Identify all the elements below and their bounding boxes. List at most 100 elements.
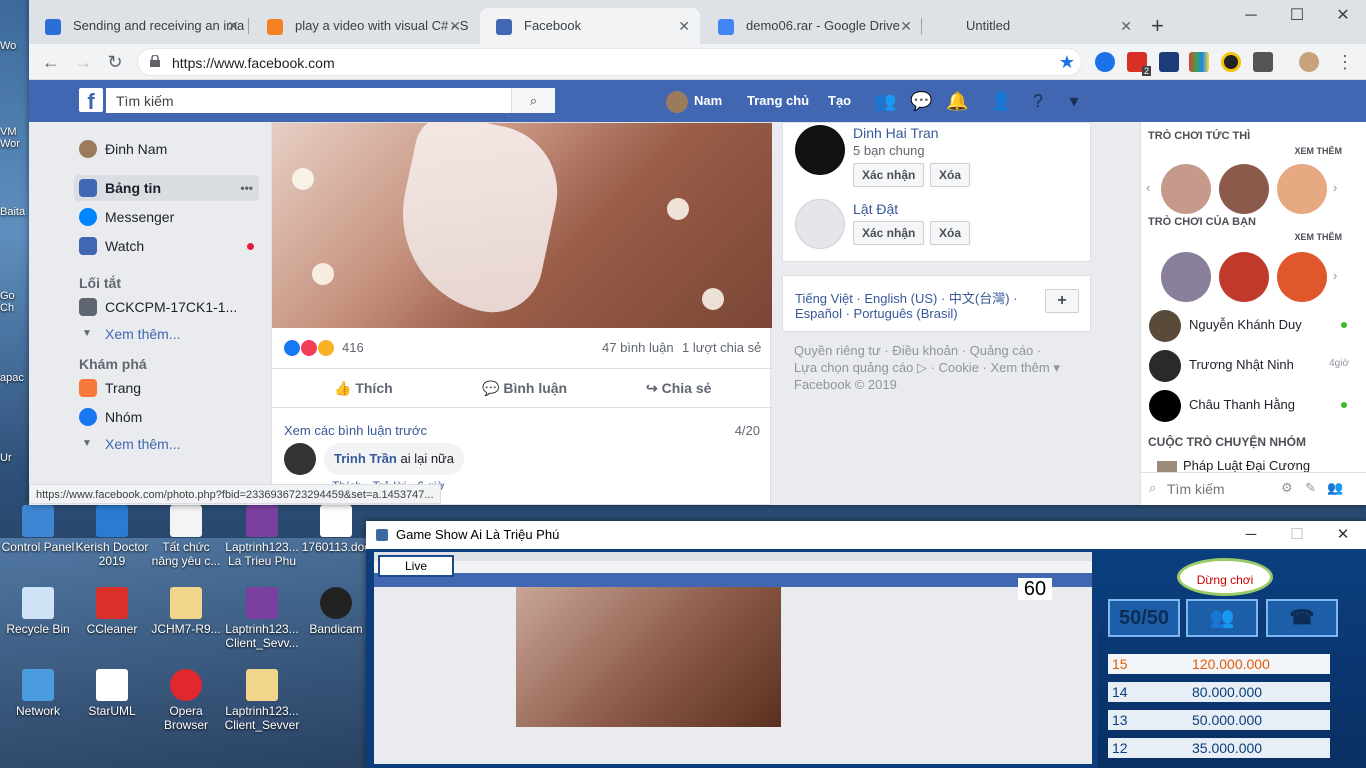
desktop-edge-label[interactable]: Go Ch: [0, 290, 30, 314]
desktop-icon-document[interactable]: Tất chức năng yêu c...: [148, 505, 224, 568]
tab-close-icon[interactable]: ✕: [449, 8, 461, 44]
chat-friend[interactable]: Trương Nhật Ninh 4giờ: [1149, 348, 1349, 384]
desktop-edge-label[interactable]: Wo: [0, 40, 30, 52]
tab-google-drive[interactable]: demo06.rar - Google Drive ✕: [702, 8, 922, 44]
maximize-button[interactable]: ☐: [1274, 0, 1320, 32]
share-button[interactable]: ↪ Chia sẻ: [646, 369, 711, 407]
desktop-icon-control-panel[interactable]: Control Panel: [0, 505, 76, 554]
forward-arrow-icon[interactable]: →: [71, 50, 95, 74]
maximize-button[interactable]: ☐: [1274, 521, 1320, 549]
desktop-icon-winrar[interactable]: Laptrinh123... La Trieu Phu: [224, 505, 300, 568]
stop-game-button[interactable]: Dừng chơi: [1177, 558, 1273, 596]
add-language-button[interactable]: +: [1045, 289, 1079, 313]
messenger-icon[interactable]: 💬: [910, 91, 932, 111]
desktop-edge-label[interactable]: Ur: [0, 452, 30, 464]
desktop-icon-folder-client[interactable]: Laptrinh123... Client_Sevver: [224, 669, 300, 732]
profile-avatar[interactable]: [1299, 52, 1319, 72]
game-thumbnail[interactable]: [1219, 252, 1269, 302]
language-list[interactable]: Tiếng Việt · English (US) · 中文(台灣) ·: [795, 288, 1018, 307]
suggestion-name[interactable]: Lật Đật: [853, 201, 898, 217]
tab-close-icon[interactable]: ✕: [1120, 8, 1132, 44]
chevron-right-icon[interactable]: ›: [1333, 268, 1337, 283]
chat-search-input[interactable]: [1167, 477, 1267, 501]
commenter-name[interactable]: Trinh Trần: [334, 451, 397, 466]
comments-count[interactable]: 47 bình luận: [602, 340, 674, 355]
tab-play-video[interactable]: play a video with visual C# - S ✕: [251, 8, 471, 44]
phone-friend-icon[interactable]: ☎: [1266, 599, 1338, 637]
group-chat-item[interactable]: Pháp Luật Đại Cương: [1157, 458, 1310, 473]
avatar[interactable]: [795, 125, 845, 175]
close-window-button[interactable]: ✕: [1320, 521, 1366, 549]
close-window-button[interactable]: ✕: [1320, 0, 1366, 32]
desktop-icon-folder[interactable]: JCHM7-R9...: [148, 587, 224, 636]
footer-line[interactable]: Lựa chọn quảng cáo ▷ · Cookie · Xem thêm…: [794, 359, 1060, 376]
more-options-icon[interactable]: •••: [240, 175, 253, 201]
chat-friend[interactable]: Nguyễn Khánh Duy: [1149, 308, 1349, 344]
gear-icon[interactable]: ⚙: [1281, 480, 1293, 496]
chrome-menu-icon[interactable]: ⋮: [1333, 50, 1357, 74]
minimize-button[interactable]: ─: [1228, 0, 1274, 32]
nav-profile[interactable]: Nam: [666, 80, 722, 122]
see-more-games[interactable]: XEM THÊM: [1294, 146, 1342, 156]
extension-se-icon[interactable]: [1253, 52, 1273, 72]
confirm-button[interactable]: Xác nhận: [853, 163, 925, 187]
desktop-icon-staruml[interactable]: StarUML: [74, 669, 150, 718]
new-tab-button[interactable]: +: [1151, 8, 1164, 44]
desktop-icon-ccleaner[interactable]: CCleaner: [74, 587, 150, 636]
sidebar-item-news-feed[interactable]: Bảng tin •••: [74, 175, 259, 201]
like-button[interactable]: 👍 Thích: [334, 369, 393, 407]
extension-circle-icon[interactable]: [1221, 52, 1241, 72]
like-reaction-icon[interactable]: [284, 340, 300, 356]
chevron-left-icon[interactable]: ‹: [1146, 180, 1150, 195]
facebook-logo-icon[interactable]: f: [79, 88, 103, 114]
desktop-edge-label[interactable]: VM Wor: [0, 126, 30, 150]
fifty-fifty-button[interactable]: 50/50: [1108, 599, 1180, 637]
reactions-count[interactable]: 416: [342, 340, 364, 355]
desktop-icon-recycle-bin[interactable]: Recycle Bin: [0, 587, 76, 636]
back-arrow-icon[interactable]: ←: [39, 50, 63, 74]
extension-adblock-icon[interactable]: 2: [1127, 52, 1151, 76]
remove-button[interactable]: Xóa: [930, 163, 971, 187]
post-photo[interactable]: [272, 122, 772, 328]
tab-sending-receiving[interactable]: Sending and receiving an ima ✕: [29, 8, 249, 44]
confirm-button[interactable]: Xác nhận: [853, 221, 925, 245]
game-thumbnail[interactable]: [1219, 164, 1269, 214]
game-thumbnail[interactable]: [1161, 164, 1211, 214]
extension-color-icon[interactable]: [1189, 52, 1209, 72]
remove-button[interactable]: Xóa: [930, 221, 971, 245]
reload-icon[interactable]: ↻: [103, 50, 127, 74]
desktop-icon-network[interactable]: Network: [0, 669, 76, 718]
chevron-right-icon[interactable]: ›: [1333, 180, 1337, 195]
compose-icon[interactable]: ✎: [1305, 480, 1316, 496]
desktop-edge-label[interactable]: Baita: [0, 206, 30, 218]
audience-help-icon[interactable]: 👥: [1186, 599, 1258, 637]
tab-close-icon[interactable]: ✕: [678, 8, 690, 44]
game-thumbnail[interactable]: [1277, 252, 1327, 302]
desktop-icon-kerish-doctor[interactable]: Kerish Doctor 2019: [74, 505, 150, 568]
shares-count[interactable]: 1 lượt chia sẻ: [682, 340, 761, 355]
desktop-icon-opera[interactable]: Opera Browser: [148, 669, 224, 732]
friend-requests-icon[interactable]: 👥: [874, 91, 896, 111]
game-thumbnail[interactable]: [1277, 164, 1327, 214]
quick-help-icon[interactable]: 👤: [990, 91, 1012, 111]
help-icon[interactable]: ?: [1027, 91, 1049, 111]
language-list[interactable]: Español · Português (Brasil): [795, 306, 958, 321]
tab-close-icon[interactable]: ✕: [900, 8, 912, 44]
avatar[interactable]: [795, 199, 845, 249]
tab-untitled[interactable]: Untitled ✕: [922, 8, 1142, 44]
tab-close-icon[interactable]: ✕: [227, 8, 239, 44]
avatar[interactable]: [284, 443, 316, 475]
chat-friend[interactable]: Châu Thanh Hằng: [1149, 388, 1349, 424]
search-icon[interactable]: ⌕: [511, 88, 555, 113]
live-button[interactable]: Live: [378, 555, 454, 577]
minimize-button[interactable]: ─: [1228, 521, 1274, 549]
desktop-icon-bandicam[interactable]: Bandicam: [298, 587, 374, 636]
comment-button[interactable]: 💬 Bình luận: [482, 369, 567, 407]
bookmark-star-icon[interactable]: ★: [1059, 49, 1075, 75]
nav-create[interactable]: Tạo: [828, 80, 851, 122]
desktop-icon-doc[interactable]: 1760113.doc: [298, 505, 374, 554]
facebook-search-input[interactable]: [106, 88, 506, 113]
tab-facebook[interactable]: Facebook ✕: [480, 8, 700, 44]
extension-drop-icon[interactable]: [1095, 52, 1115, 72]
suggestion-name[interactable]: Dinh Hai Tran: [853, 125, 939, 141]
